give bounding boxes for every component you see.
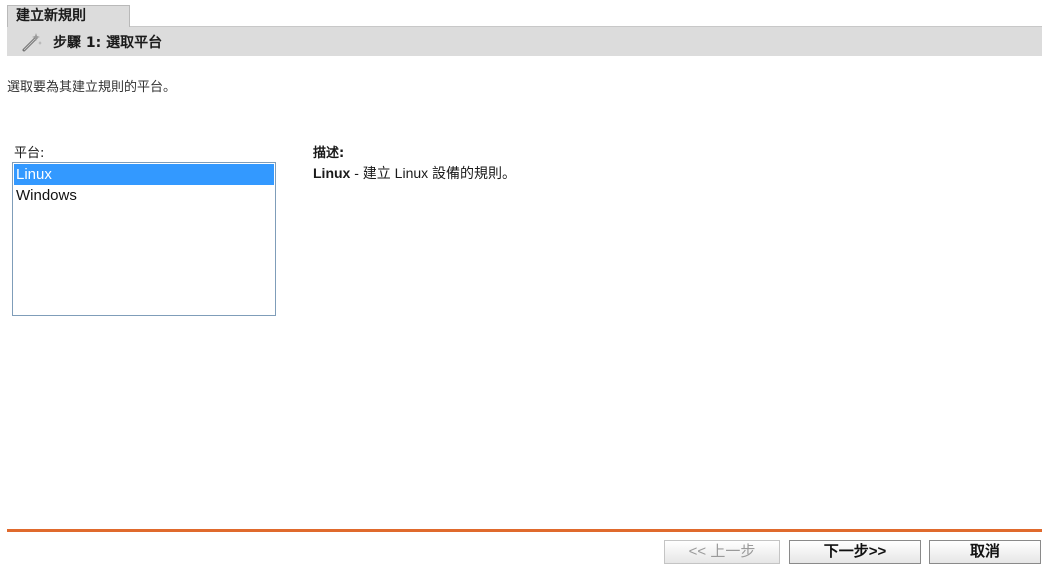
platform-option-linux[interactable]: Linux [14, 164, 274, 185]
previous-button[interactable]: << 上一步 [664, 540, 780, 564]
wand-icon [21, 31, 43, 53]
page-title: 建立新規則 [7, 5, 130, 27]
description-label: 描述: [313, 146, 345, 161]
next-button[interactable]: 下一步>> [789, 540, 921, 564]
description-platform-name: Linux [313, 165, 351, 181]
platform-listbox[interactable]: Linux Windows [12, 162, 276, 316]
title-tab-bar: 建立新規則 [7, 5, 1042, 27]
platform-option-windows[interactable]: Windows [14, 185, 274, 206]
description-text: Linux - 建立 Linux 設備的規則。 [313, 163, 516, 183]
description-body: - 建立 Linux 設備的規則。 [350, 165, 517, 181]
cancel-button[interactable]: 取消 [929, 540, 1041, 564]
instruction-text: 選取要為其建立規則的平台。 [7, 80, 177, 95]
platform-label: 平台: [14, 146, 45, 161]
footer-divider [7, 529, 1042, 532]
step-title: 步驟 1: 選取平台 [53, 34, 163, 51]
step-header: 步驟 1: 選取平台 [7, 27, 1042, 56]
